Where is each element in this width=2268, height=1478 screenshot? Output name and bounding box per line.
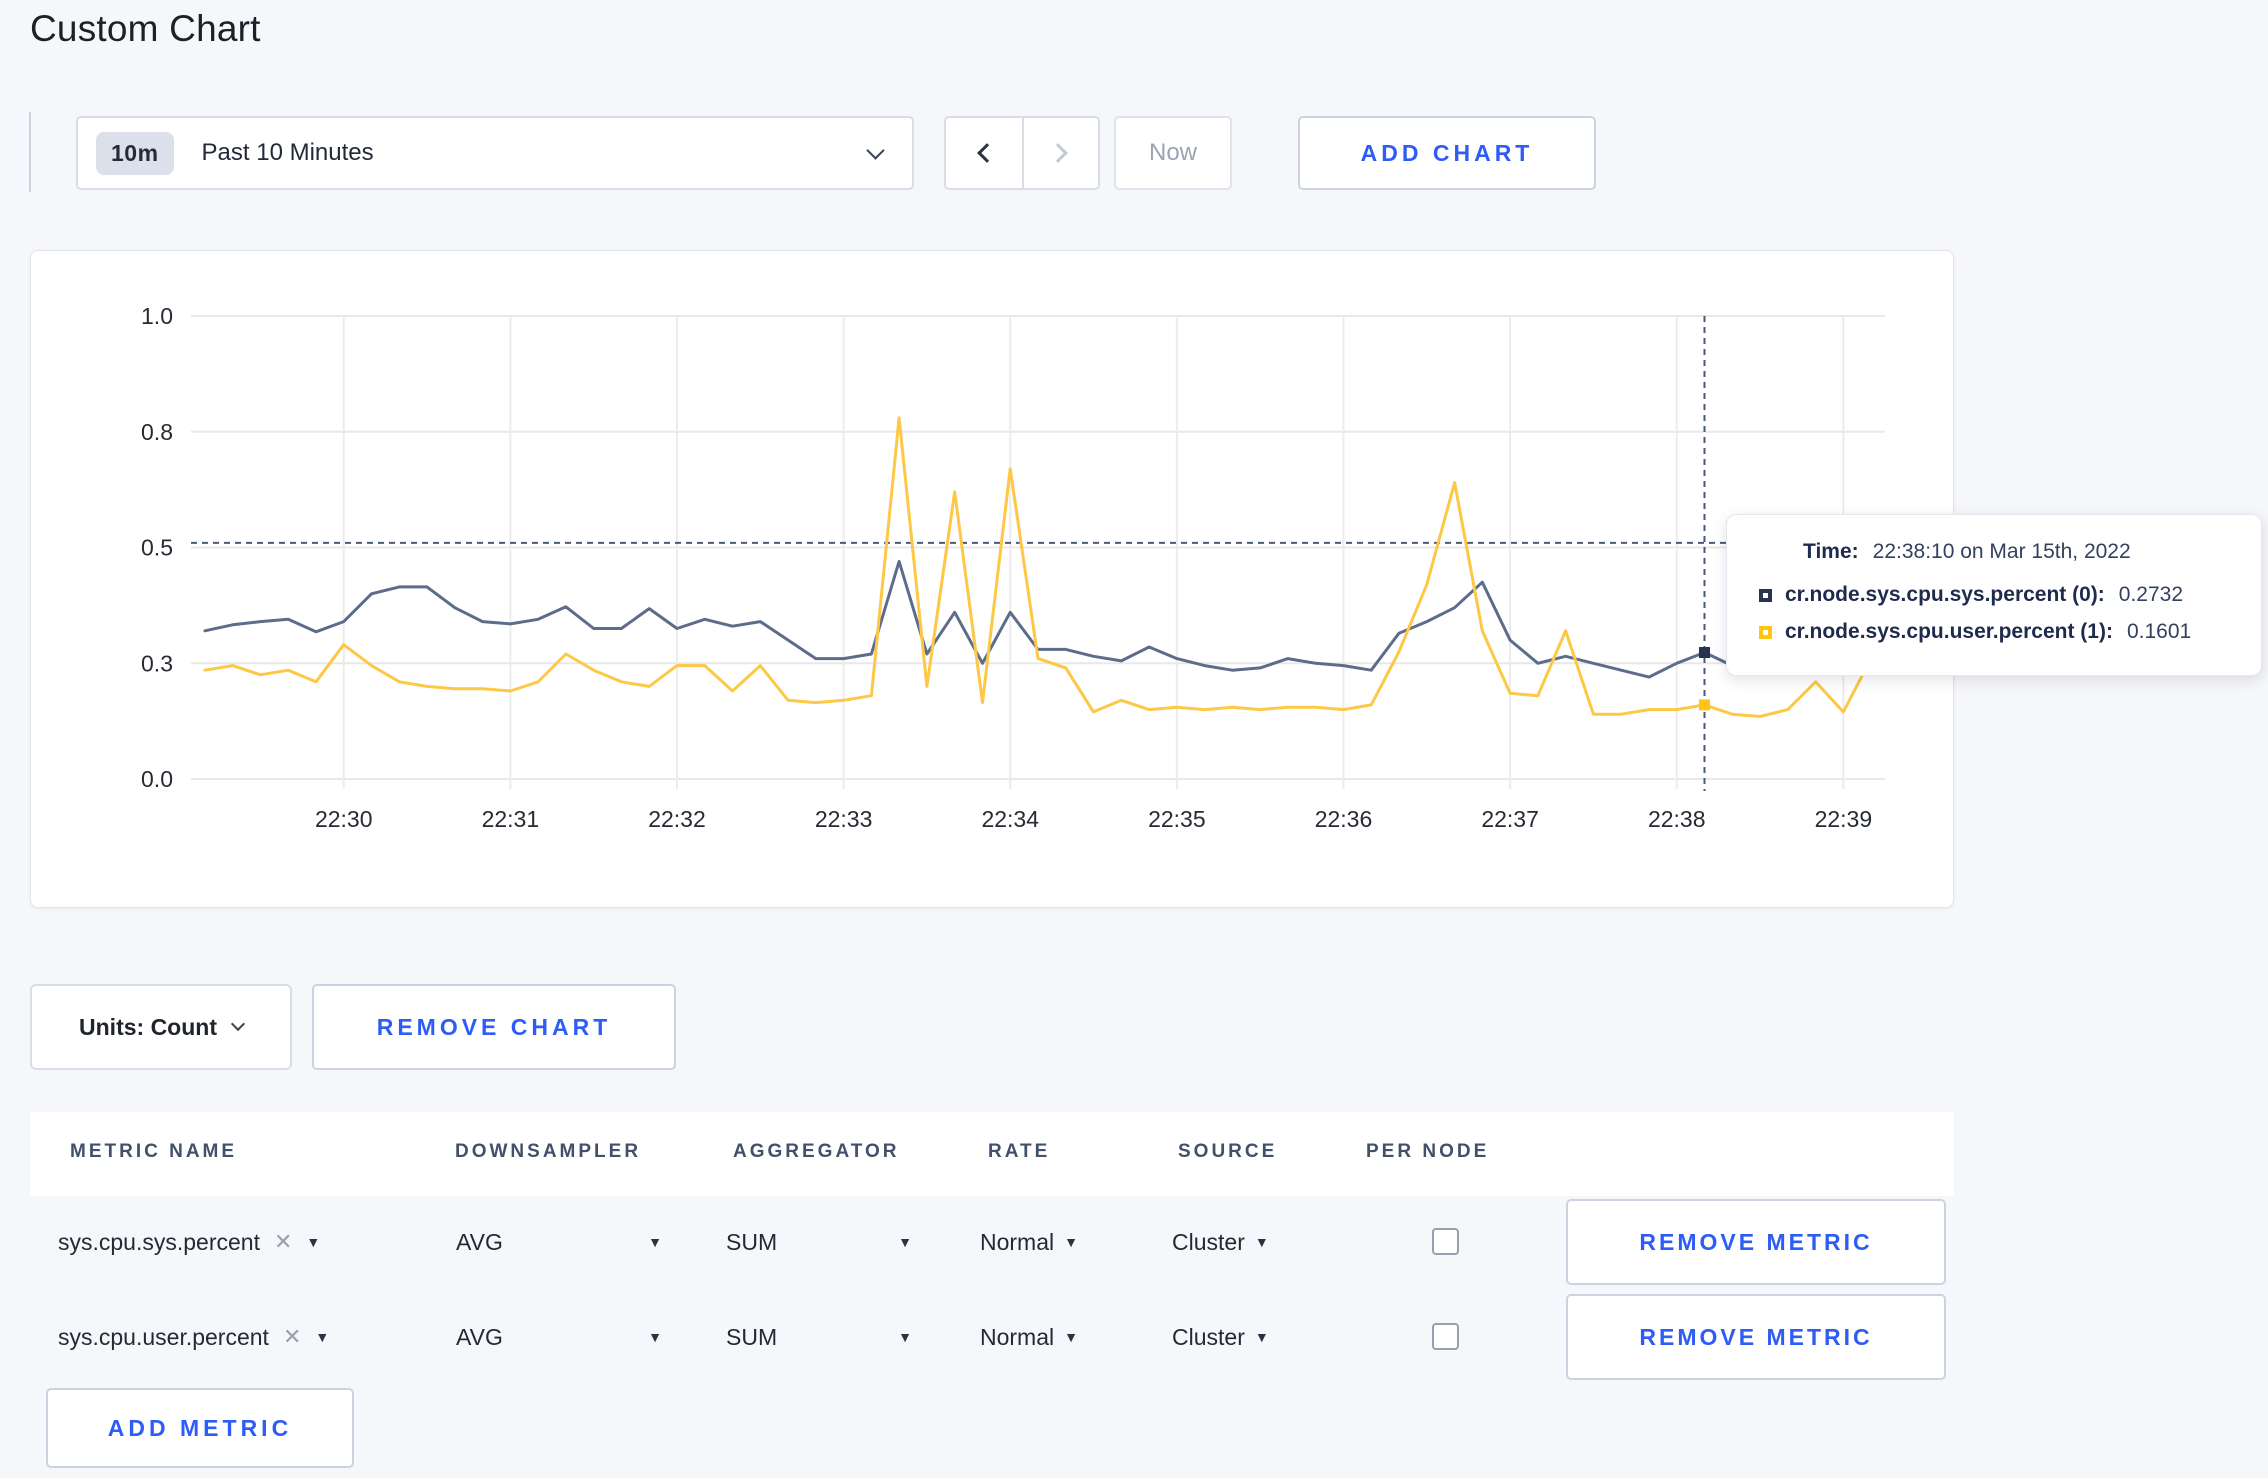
per-node-checkbox[interactable] [1432,1323,1459,1350]
metric-row: sys.cpu.user.percent ✕ ▼ AVG ▼ SUM ▼ Nor… [0,1293,2268,1381]
x-tick-label: 22:30 [315,806,373,832]
rate-select[interactable]: Normal ▼ [980,1198,1078,1286]
dropdown-triangle-icon: ▼ [1064,1329,1078,1345]
add-chart-button[interactable]: ADD CHART [1298,116,1596,190]
chevron-right-icon [1048,143,1068,163]
hover-marker-sys [1698,647,1710,659]
tooltip-time-row: Time: 22:38:10 on Mar 15th, 2022 [1759,540,2237,564]
downsampler-select[interactable]: AVG ▼ [456,1198,662,1286]
remove-metric-button[interactable]: REMOVE METRIC [1566,1294,1946,1380]
add-metric-label: ADD METRIC [107,1414,293,1441]
dropdown-triangle-icon: ▼ [648,1329,662,1345]
col-header-downsampler: DOWNSAMPLER [455,1141,642,1162]
y-tick-label: 0.5 [141,535,173,561]
y-tick-label: 0.3 [141,650,173,676]
add-chart-label: ADD CHART [1360,139,1534,166]
aggregator-value: SUM [726,1323,778,1350]
time-pager [944,116,1100,190]
aggregator-select[interactable]: SUM ▼ [726,1293,912,1381]
y-tick-label: 0.8 [141,419,173,445]
col-header-per-node: PER NODE [1366,1141,1490,1162]
downsampler-select[interactable]: AVG ▼ [456,1293,662,1381]
downsampler-value: AVG [456,1228,503,1255]
dropdown-triangle-icon: ▼ [1254,1329,1269,1345]
tooltip-series-value: 0.2732 [2118,583,2184,606]
chevron-down-icon [866,140,885,160]
rate-select[interactable]: Normal ▼ [980,1293,1078,1381]
add-metric-button[interactable]: ADD METRIC [46,1388,354,1468]
source-select[interactable]: Cluster ▼ [1172,1198,1269,1286]
dropdown-triangle-icon: ▼ [1254,1234,1269,1250]
time-range-label: Past 10 Minutes [201,139,374,166]
per-node-checkbox[interactable] [1432,1228,1459,1255]
tooltip-series-value: 0.1601 [2126,620,2192,643]
sys-series-swatch-icon [1759,588,1772,602]
metric-name-select[interactable]: sys.cpu.sys.percent ✕ ▼ [58,1198,320,1286]
chart-hover-tooltip: Time: 22:38:10 on Mar 15th, 2022 cr.node.… [1726,514,2262,676]
aggregator-select[interactable]: SUM ▼ [726,1198,912,1286]
y-tick-label: 0.0 [141,766,173,792]
x-tick-label: 22:32 [648,806,706,832]
dropdown-triangle-icon: ▼ [648,1234,662,1250]
dropdown-triangle-icon: ▼ [306,1234,321,1250]
x-tick-label: 22:36 [1315,806,1373,832]
source-value: Cluster [1172,1323,1245,1350]
user-series-swatch-icon [1759,625,1772,639]
rate-value: Normal [980,1228,1055,1255]
remove-metric-label: REMOVE METRIC [1639,1323,1873,1350]
x-tick-label: 22:39 [1815,806,1873,832]
tooltip-series-label: cr.node.sys.cpu.sys.percent (0): [1785,583,2105,606]
remove-metric-button[interactable]: REMOVE METRIC [1566,1199,1946,1285]
dropdown-triangle-icon: ▼ [1064,1234,1078,1250]
rate-value: Normal [980,1323,1055,1350]
col-header-metric-name: METRIC NAME [70,1141,238,1162]
metric-name-select[interactable]: sys.cpu.user.percent ✕ ▼ [58,1293,329,1381]
remove-chart-label: REMOVE CHART [376,1013,612,1040]
tooltip-time-value: 22:38:10 on Mar 15th, 2022 [1872,540,2131,563]
y-tick-label: 1.0 [141,303,173,329]
chart-card: 0.0 0.3 0.5 0.8 1.0 22:30 22:31 22:32 22:33 22:34… [30,250,1954,908]
clear-metric-icon[interactable]: ✕ [274,1229,292,1255]
clear-metric-icon[interactable]: ✕ [283,1324,301,1350]
chart-canvas[interactable]: 0.0 0.3 0.5 0.8 1.0 22:30 22:31 22:32 22:33 22:34… [31,251,1951,905]
chevron-down-icon [230,1016,246,1032]
dropdown-triangle-icon: ▼ [898,1329,912,1345]
col-header-aggregator: AGGREGATOR [733,1141,900,1162]
aggregator-value: SUM [726,1228,778,1255]
source-select[interactable]: Cluster ▼ [1172,1293,1269,1381]
units-label: Units: Count [79,1013,217,1040]
source-value: Cluster [1172,1228,1245,1255]
tooltip-series-row: cr.node.sys.cpu.user.percent (1): 0.1601 [1759,620,2237,644]
col-header-rate: RATE [988,1141,1051,1162]
chevron-left-icon [977,143,997,163]
metric-row: sys.cpu.sys.percent ✕ ▼ AVG ▼ SUM ▼ Norm… [0,1198,2268,1286]
prev-interval-button[interactable] [946,118,1022,188]
now-button-label: Now [1148,139,1197,166]
dropdown-triangle-icon: ▼ [898,1234,912,1250]
next-interval-button[interactable] [1022,118,1098,188]
downsampler-value: AVG [456,1323,503,1350]
x-tick-label: 22:35 [1148,806,1206,832]
remove-chart-button[interactable]: REMOVE CHART [312,984,676,1070]
x-tick-label: 22:34 [981,806,1039,832]
now-button[interactable]: Now [1114,116,1232,190]
page-title: Custom Chart [30,8,261,49]
metric-name-value: sys.cpu.user.percent [58,1323,269,1350]
x-tick-label: 22:37 [1481,806,1539,832]
dropdown-triangle-icon: ▼ [315,1329,330,1345]
toolbar-left-divider [29,112,31,192]
x-tick-label: 22:33 [815,806,873,832]
col-header-source: SOURCE [1178,1141,1278,1162]
remove-metric-label: REMOVE METRIC [1639,1228,1873,1255]
tooltip-time-label: Time: [1803,540,1859,563]
metric-name-value: sys.cpu.sys.percent [58,1228,260,1255]
time-range-badge: 10m [96,131,174,175]
hover-marker-user [1698,699,1710,711]
tooltip-series-row: cr.node.sys.cpu.sys.percent (0): 0.2732 [1759,583,2237,607]
units-select[interactable]: Units: Count [30,984,292,1070]
time-range-select[interactable]: 10m Past 10 Minutes [76,116,914,190]
tooltip-series-label: cr.node.sys.cpu.user.percent (1): [1785,620,2113,643]
x-tick-label: 22:38 [1648,806,1706,832]
x-tick-label: 22:31 [482,806,540,832]
